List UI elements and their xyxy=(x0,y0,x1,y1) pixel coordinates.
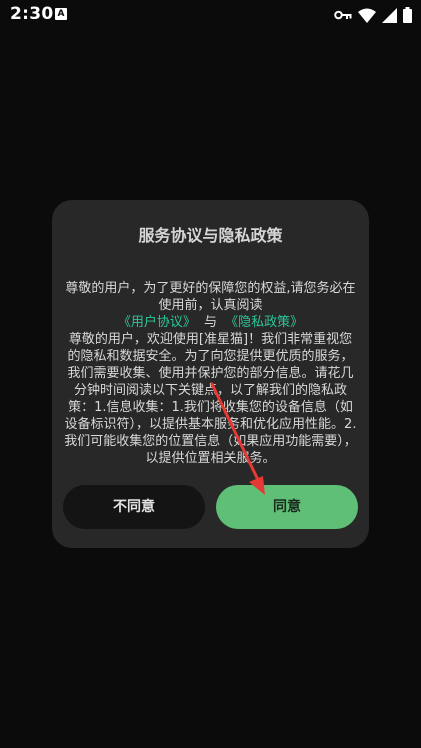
user-agreement-link[interactable]: 《用户协议》 xyxy=(118,315,196,330)
a-notification-icon: A xyxy=(55,8,67,20)
key-icon xyxy=(334,9,352,21)
dialog-body[interactable]: 尊敬的用户，为了更好的保障您的权益,请您务必在使用前，认真阅读 《用户协议》 与… xyxy=(64,280,357,468)
policy-links-line: 《用户协议》 与 《隐私政策》 xyxy=(64,314,357,331)
disagree-button[interactable]: 不同意 xyxy=(63,485,205,529)
dialog-body-text: 尊敬的用户，欢迎使用[准星猫]！我们非常重视您的隐私和数据安全。为了向您提供更优… xyxy=(64,332,357,466)
battery-icon xyxy=(403,7,412,23)
privacy-dialog: 服务协议与隐私政策 尊敬的用户，为了更好的保障您的权益,请您务必在使用前，认真阅… xyxy=(52,200,369,548)
status-time: 2:30 xyxy=(10,4,54,24)
wifi-icon xyxy=(358,8,376,23)
status-icons xyxy=(334,6,412,24)
signal-icon xyxy=(382,7,397,23)
agree-button[interactable]: 同意 xyxy=(216,485,358,529)
privacy-policy-link[interactable]: 《隐私政策》 xyxy=(225,315,303,330)
dialog-title: 服务协议与隐私政策 xyxy=(138,226,283,245)
status-bar: 2:30 A xyxy=(0,0,421,30)
and-text: 与 xyxy=(203,315,217,330)
dialog-intro: 尊敬的用户，为了更好的保障您的权益,请您务必在使用前，认真阅读 xyxy=(65,281,356,313)
